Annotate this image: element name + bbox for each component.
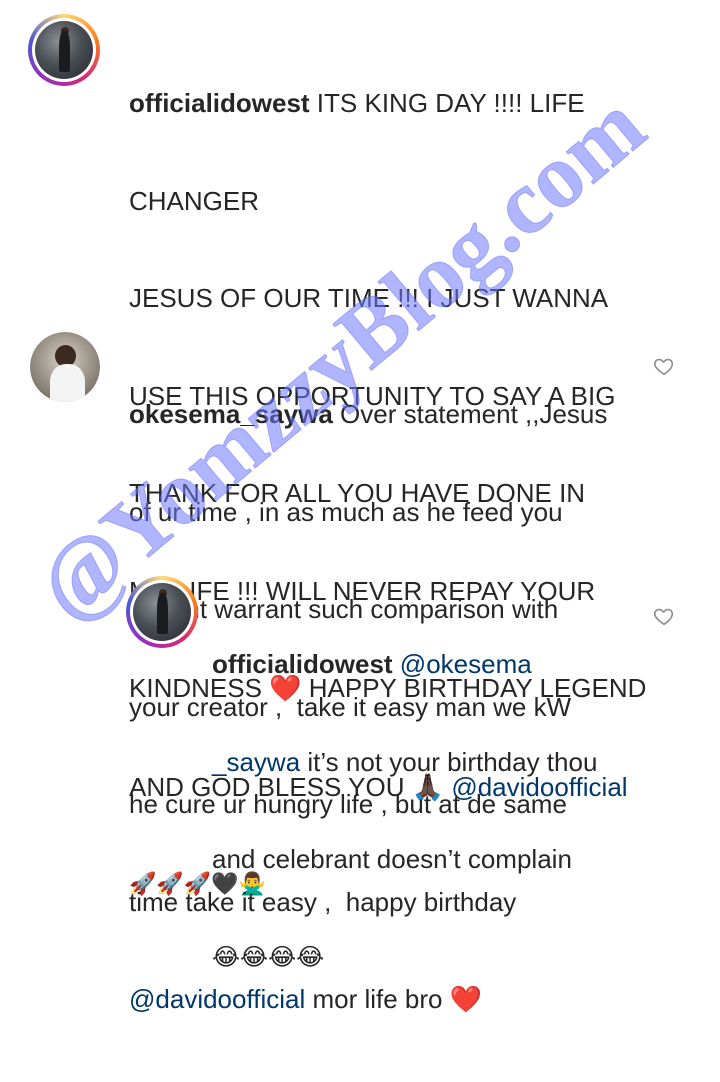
emoji-row: 😂😂😂😂: [212, 942, 325, 971]
mention-link[interactable]: @okesema: [393, 649, 532, 679]
like-heart-icon[interactable]: [653, 605, 675, 627]
mention-link[interactable]: _saywa: [212, 747, 300, 777]
like-heart-icon[interactable]: [653, 355, 675, 377]
avatar[interactable]: [126, 576, 198, 648]
comment-username[interactable]: officialidowest: [129, 88, 310, 118]
avatar[interactable]: [30, 332, 100, 402]
avatar[interactable]: [28, 14, 100, 86]
comment-username[interactable]: officialidowest: [212, 649, 393, 679]
comment-username[interactable]: okesema_saywa: [129, 399, 333, 429]
comment-text: officialidowest @okesema _saywa it’s not…: [212, 583, 642, 1038]
